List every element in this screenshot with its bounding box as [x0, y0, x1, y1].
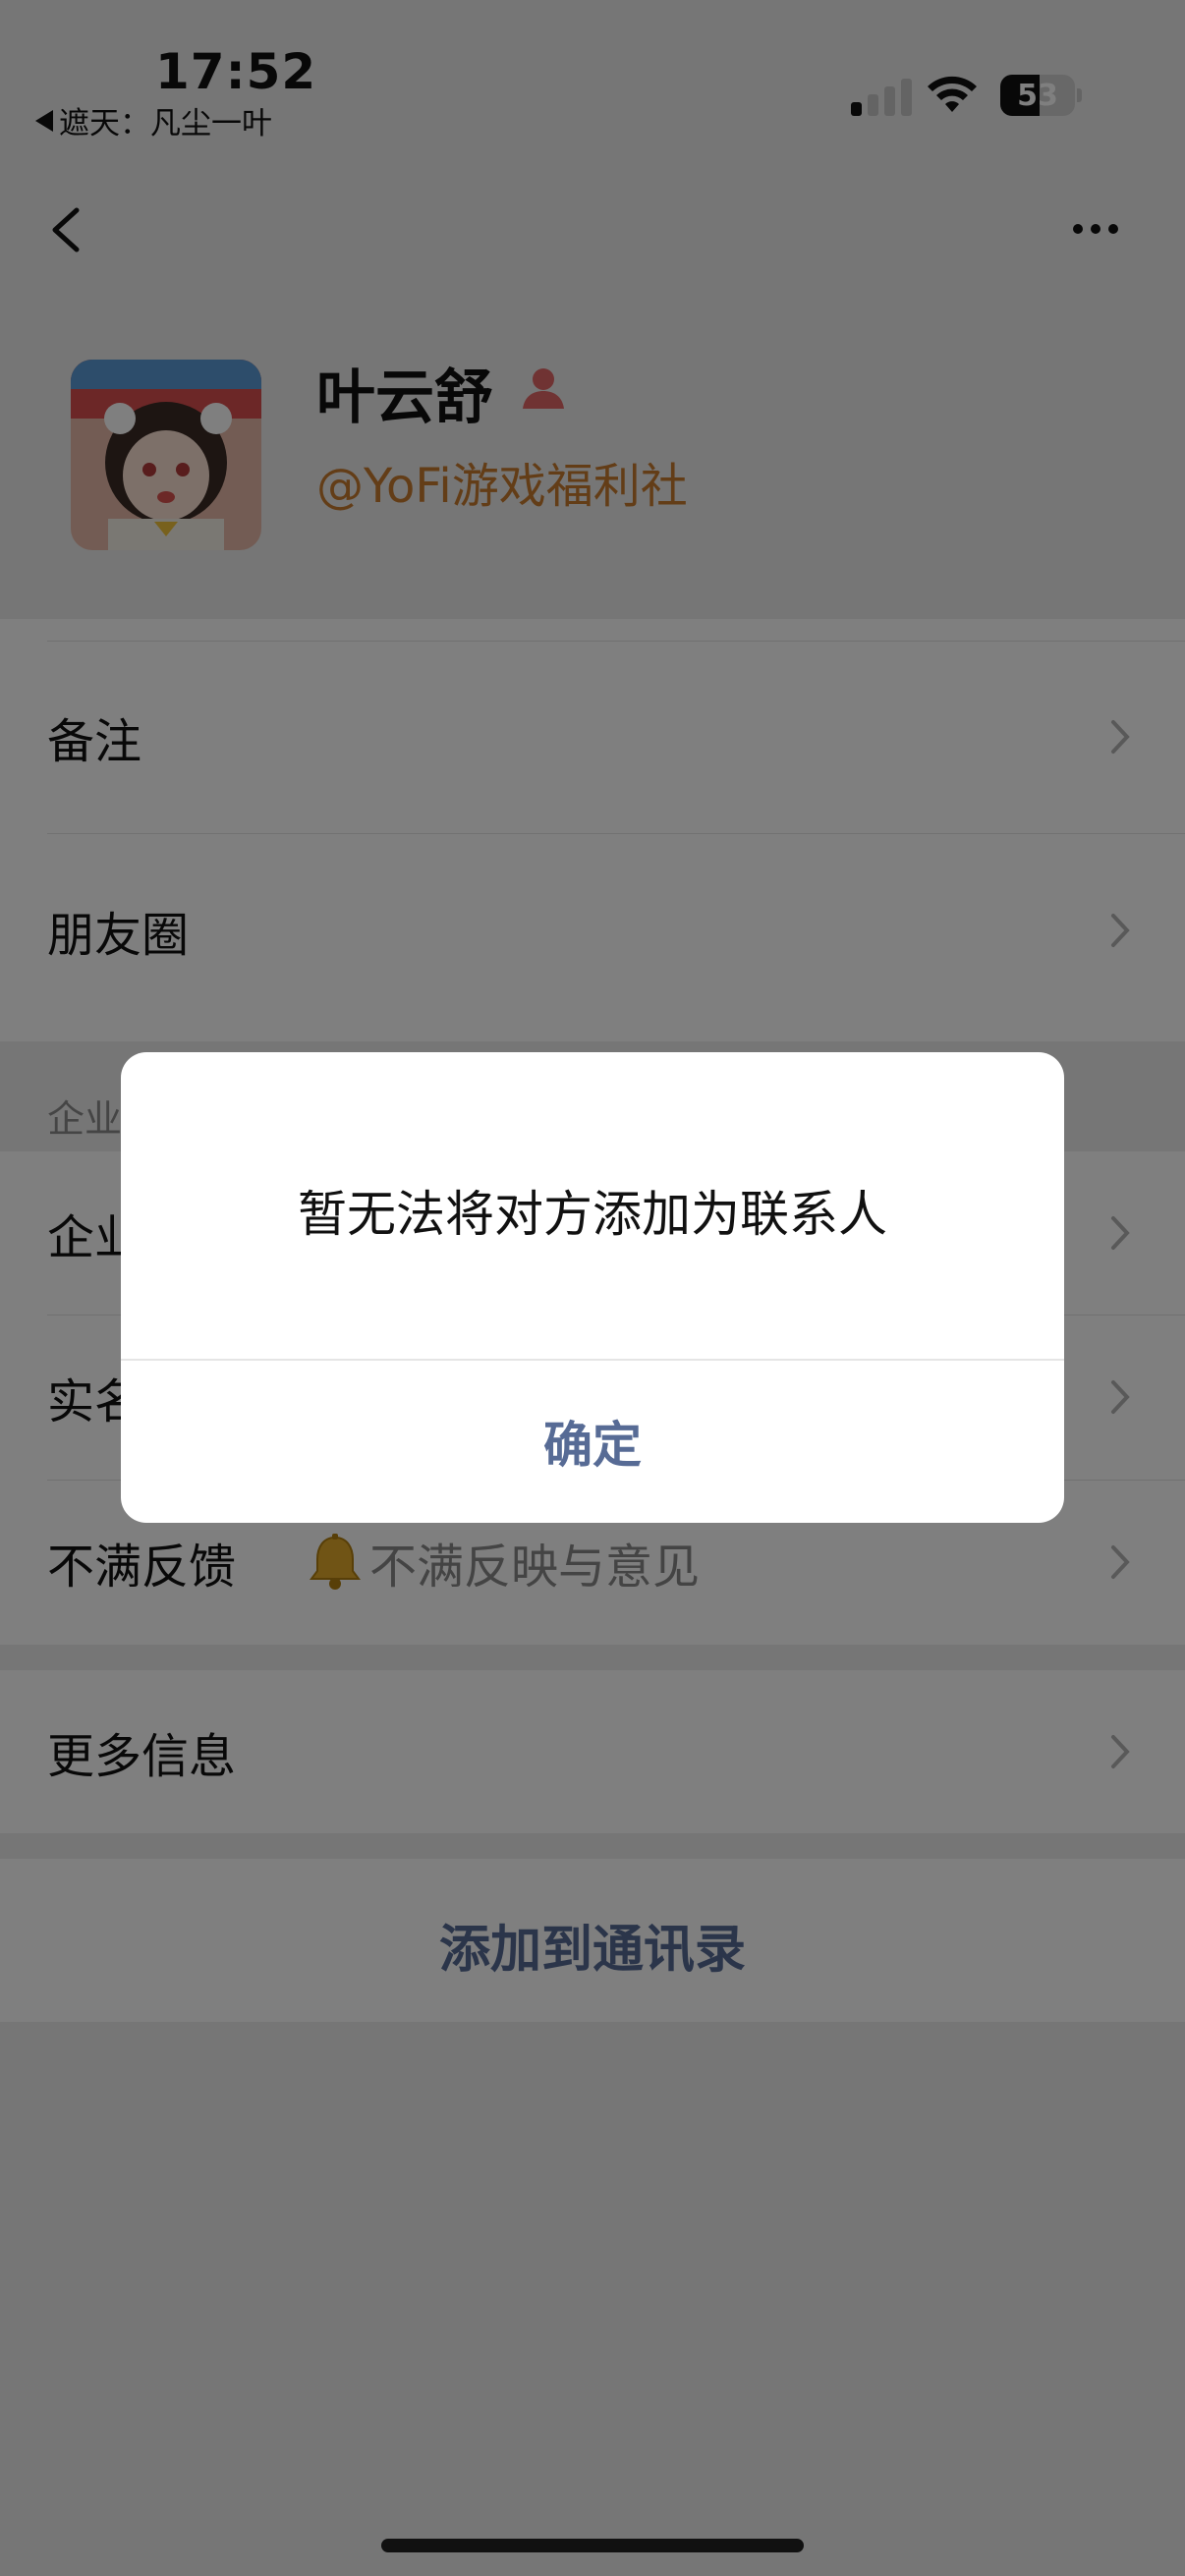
dialog-message: 暂无法将对方添加为联系人	[298, 1186, 887, 1243]
confirm-button[interactable]: 确定	[121, 1359, 1064, 1523]
alert-dialog: 暂无法将对方添加为联系人 确定	[121, 1052, 1064, 1523]
home-indicator[interactable]	[381, 2539, 804, 2552]
